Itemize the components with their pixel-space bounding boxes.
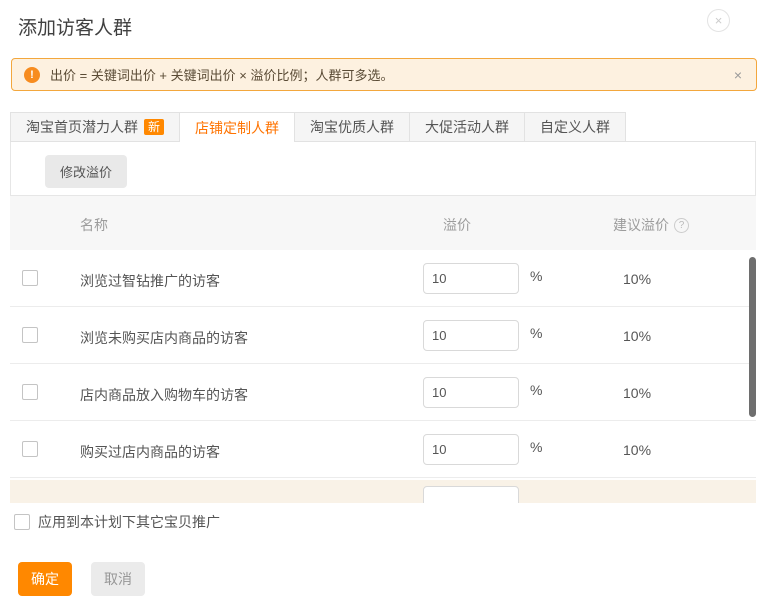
tab-taobao-quality[interactable]: 淘宝优质人群 [294,112,410,142]
premium-input[interactable] [423,377,519,408]
modify-premium-button[interactable]: 修改溢价 [45,155,127,188]
row-checkbox[interactable] [22,270,38,286]
tab-label: 自定义人群 [540,113,610,141]
cancel-button[interactable]: 取消 [91,562,145,596]
new-badge: 新 [144,119,164,135]
dialog-close-icon[interactable]: × [707,9,730,32]
percent-unit: % [530,268,542,284]
audience-list: 浏览过智钻推广的访客 % 10% 浏览未购买店内商品的访客 % 10% 店内商品… [10,250,756,503]
tab-content-toolbar: 修改溢价 [10,142,756,196]
scrollbar-thumb[interactable] [749,257,756,417]
percent-unit: % [530,325,542,341]
table-row: 店内商品放入购物车的访客 % 10% [10,364,756,421]
percent-unit: % [530,382,542,398]
audience-name: 店内商品放入购物车的访客 [80,385,248,405]
tab-taobao-homepage-potential[interactable]: 淘宝首页潜力人群 新 [10,112,180,142]
audience-name: 购买过店内商品的访客 [80,442,220,462]
table-row: 购买过店内商品的访客 % 10% [10,421,756,478]
table-row: 浏览未购买店内商品的访客 % 10% [10,307,756,364]
row-checkbox[interactable] [22,384,38,400]
alert-text: 出价 = 关键词出价 + 关键词出价 × 溢价比例；人群可多选。 [50,65,393,84]
row-checkbox[interactable] [22,327,38,343]
tab-label: 淘宝首页潜力人群 [26,113,138,141]
suggested-premium-value: 10% [623,271,651,287]
footer-actions: 确定 取消 [18,562,145,596]
bid-formula-alert: ! 出价 = 关键词出价 + 关键词出价 × 溢价比例；人群可多选。 × [11,58,757,91]
table-row-partial [10,480,756,503]
premium-input[interactable] [423,263,519,294]
audience-name: 浏览未购买店内商品的访客 [80,328,248,348]
alert-close-icon[interactable]: × [732,67,744,83]
column-header-premium: 溢价 [443,215,471,235]
suggested-premium-value: 10% [623,328,651,344]
tab-custom[interactable]: 自定义人群 [524,112,626,142]
tab-promo-event[interactable]: 大促活动人群 [409,112,525,142]
page-title: 添加访客人群 [18,13,132,40]
help-icon[interactable]: ? [674,218,689,233]
premium-input-partial [423,486,519,503]
warning-icon: ! [24,67,40,83]
apply-to-plan-checkbox[interactable] [14,514,30,530]
percent-unit: % [530,439,542,455]
suggested-label: 建议溢价 [613,215,669,235]
premium-input[interactable] [423,320,519,351]
tab-label: 大促活动人群 [425,113,509,141]
table-row: 浏览过智钻推广的访客 % 10% [10,250,756,307]
suggested-premium-value: 10% [623,442,651,458]
apply-to-plan-row: 应用到本计划下其它宝贝推广 [14,512,220,532]
audience-tabs: 淘宝首页潜力人群 新 店铺定制人群 淘宝优质人群 大促活动人群 自定义人群 [10,112,756,142]
audience-name: 浏览过智钻推广的访客 [80,271,220,291]
column-header-suggested: 建议溢价 ? [613,215,689,235]
tab-label: 店铺定制人群 [195,114,279,142]
row-checkbox[interactable] [22,441,38,457]
suggested-premium-value: 10% [623,385,651,401]
confirm-button[interactable]: 确定 [18,562,72,596]
apply-to-plan-label: 应用到本计划下其它宝贝推广 [38,512,220,532]
tab-label: 淘宝优质人群 [310,113,394,141]
tab-store-custom[interactable]: 店铺定制人群 [179,112,295,143]
table-header: 名称 溢价 建议溢价 ? [10,196,756,250]
column-header-name: 名称 [80,215,108,235]
premium-input[interactable] [423,434,519,465]
